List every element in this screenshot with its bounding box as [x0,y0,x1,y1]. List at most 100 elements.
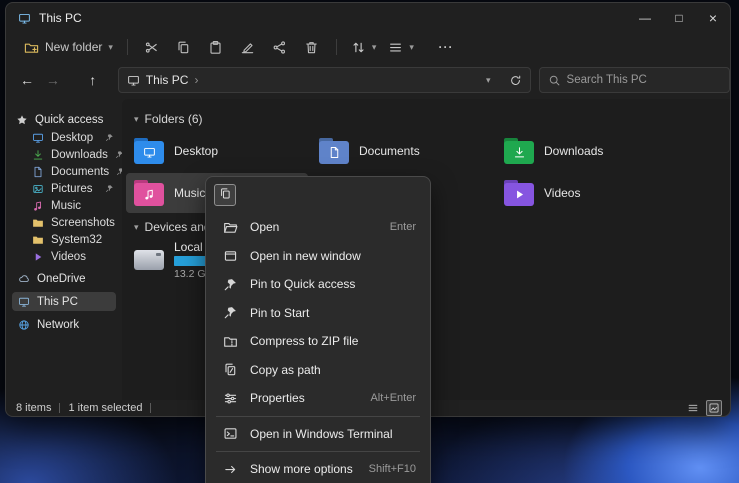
chevron-down-icon: ▾ [409,43,414,52]
this-pc-icon [127,74,140,87]
folder-name: Music [174,186,205,200]
breadcrumb[interactable]: This PC [146,73,189,87]
context-menu-item-show-more-options[interactable]: Show more optionsShift+F10 [210,455,426,483]
menu-item-label: Open [250,220,279,234]
folder-name: Desktop [174,144,218,158]
desktop-folder-icon [134,138,164,164]
videos-folder-icon [504,180,534,206]
context-menu-item-open-in-windows-terminal[interactable]: Open in Windows Terminal [210,420,426,449]
download-icon [32,149,44,161]
cut-button[interactable] [136,35,168,59]
delete-button[interactable] [296,35,328,59]
menu-divider [216,451,420,452]
see-more-button[interactable]: ··· [430,35,462,59]
context-menu-item-open[interactable]: Open Enter [210,213,426,242]
folder-name: Downloads [544,144,603,158]
search-box[interactable] [539,67,730,93]
close-button[interactable]: × [696,3,730,33]
address-dropdown-icon[interactable]: ▾ [486,75,491,86]
documents-folder-icon [319,138,349,164]
new-window-icon [222,248,238,263]
folder-name: Videos [544,186,580,200]
sidebar-item-label: Network [37,319,79,331]
statusbar-divider [150,403,151,413]
cloud-icon [18,273,30,285]
sidebar-item-screenshots[interactable]: Screenshots [6,214,122,231]
context-menu-item-open-in-new-window[interactable]: Open in new window [210,242,426,271]
menu-divider [216,416,420,417]
view-icon [388,40,403,55]
folders-section-header[interactable]: ▾ Folders (6) [126,111,730,127]
toolbar-divider [127,39,128,55]
sidebar-item-system32[interactable]: System32 [6,231,122,248]
sidebar-item-label: Videos [51,251,86,263]
folder-tile-desktop[interactable]: Desktop [126,131,308,171]
sidebar-item-label: Screenshots [51,217,115,229]
sidebar-item-music[interactable]: Music [6,197,122,214]
folder-tile-documents[interactable]: Documents [311,131,493,171]
sidebar-item-network[interactable]: Network [12,315,116,334]
navigation-pane: Quick accessDesktopDownloadsDocumentsPic… [6,99,122,400]
new-folder-label: New folder [45,40,102,54]
globe-icon [18,319,30,331]
copy-button[interactable] [168,35,200,59]
pin-icon [105,133,114,142]
copy-icon [176,40,191,55]
menu-item-shortcut: Shift+F10 [369,463,416,475]
menu-item-label: Pin to Quick access [250,277,355,291]
paste-button[interactable] [200,35,232,59]
thumbnails-view-button[interactable] [706,400,722,416]
sidebar-item-downloads[interactable]: Downloads [6,146,122,163]
sidebar-item-label: This PC [37,296,78,308]
collapse-chevron-icon: ▾ [134,115,139,124]
navigation-bar: ← → ↑ This PC › ▾ [6,61,730,99]
sidebar-item-documents[interactable]: Documents [6,163,122,180]
share-icon [272,40,287,55]
back-button[interactable]: ← [14,67,40,93]
sidebar-item-onedrive[interactable]: OneDrive [12,269,116,288]
up-button[interactable]: ↑ [80,67,106,93]
folder-icon [32,234,44,246]
minimize-button[interactable]: — [628,3,662,33]
context-menu-item-copy-as-path[interactable]: Copy as path [210,356,426,385]
sidebar-item-label: OneDrive [37,273,86,285]
pin-icon [222,305,238,320]
context-menu-item-properties[interactable]: PropertiesAlt+Enter [210,384,426,413]
sort-button[interactable]: ▾ [345,36,383,59]
folder-tile-videos[interactable]: Videos [496,173,678,213]
context-menu-item-pin-to-start[interactable]: Pin to Start [210,299,426,328]
forward-button[interactable]: → [40,67,66,93]
sidebar-item-desktop[interactable]: Desktop [6,129,122,146]
address-bar[interactable]: This PC › ▾ [118,67,531,93]
sidebar-item-pictures[interactable]: Pictures [6,180,122,197]
context-menu-items: Open Enter Open in new window Pin to Quick … [206,213,430,483]
folder-icon [32,217,44,229]
folder-tile-downloads[interactable]: Downloads [496,131,678,171]
new-folder-button[interactable]: New folder ▾ [18,36,119,59]
properties-icon [222,391,238,406]
doc-icon [32,166,44,178]
refresh-icon[interactable] [509,74,522,87]
details-view-button[interactable] [686,401,700,415]
copy-button[interactable] [214,184,236,206]
delete-icon [304,40,319,55]
context-menu-item-pin-to-quick-access[interactable]: Pin to Quick access [210,270,426,299]
search-input[interactable] [567,74,721,86]
share-button[interactable] [264,35,296,59]
more-icon: ··· [438,40,453,54]
sidebar-item-videos[interactable]: Videos [6,248,122,265]
menu-item-shortcut: Enter [390,221,416,233]
monitor-icon [32,132,44,144]
title-bar[interactable]: This PC — □ × [6,3,730,33]
menu-item-shortcut: Alt+Enter [370,392,416,404]
play-icon [32,251,44,263]
sidebar-item-this-pc[interactable]: This PC [12,292,116,311]
chevron-right-icon: › [194,73,198,87]
rename-icon [240,40,255,55]
rename-button[interactable] [232,35,264,59]
view-button[interactable]: ▾ [382,36,420,59]
menu-item-label: Pin to Start [250,306,309,320]
sidebar-quick-access[interactable]: Quick access [6,111,122,129]
maximize-button[interactable]: □ [662,3,696,33]
context-menu-item-compress-to-zip-file[interactable]: Compress to ZIP file [210,327,426,356]
